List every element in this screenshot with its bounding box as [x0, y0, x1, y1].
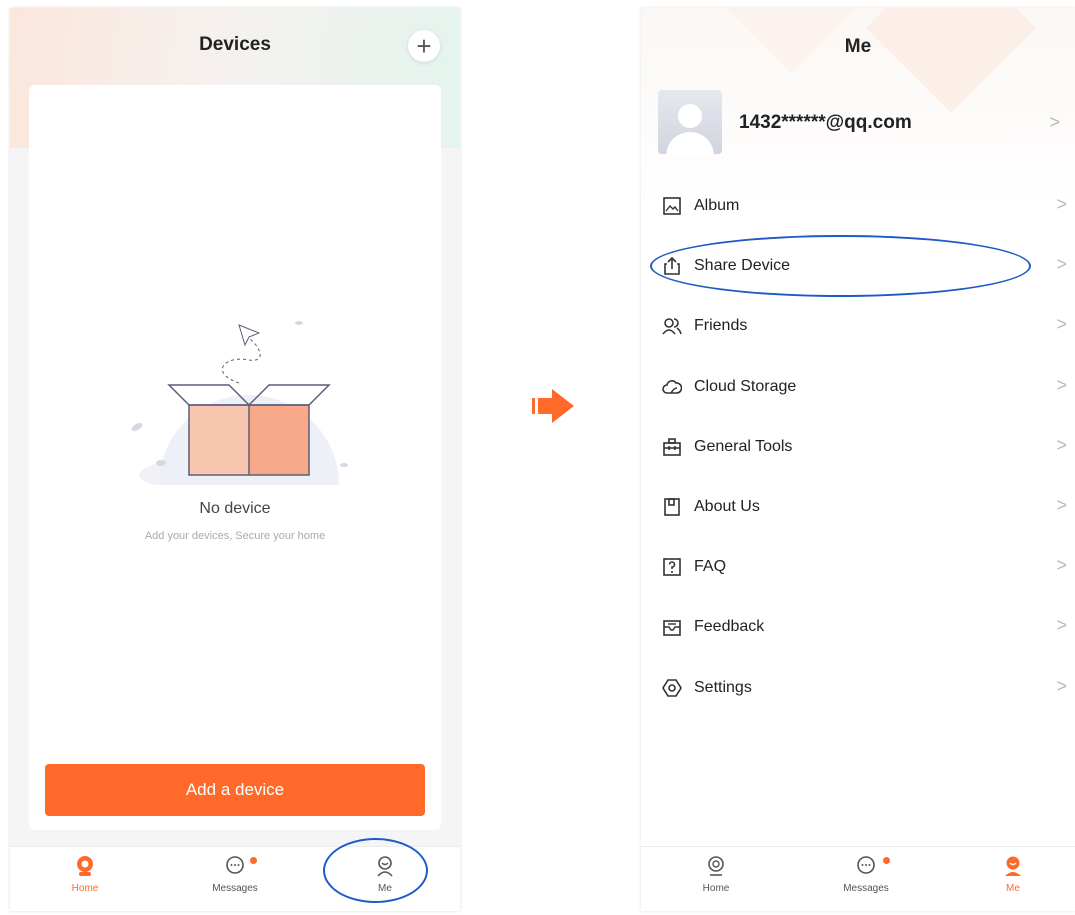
tab-home-label: Home	[71, 883, 99, 894]
bookmark-icon	[664, 498, 680, 516]
empty-state-subtitle: Add your devices, Secure your home	[144, 530, 326, 542]
devices-screen: Devices + No device Add your devices, Se…	[10, 8, 460, 911]
page-title: Devices	[199, 34, 271, 55]
chat-bubble-icon	[226, 856, 244, 874]
menu-item-label: General Tools	[694, 437, 793, 455]
tab-home-label: Home	[702, 883, 730, 894]
menu-item-faq[interactable]: FAQ >	[641, 537, 1075, 597]
page-title: Me	[844, 36, 872, 57]
unread-badge	[883, 857, 890, 864]
chevron-right-icon: >	[1049, 112, 1060, 132]
question-icon	[663, 558, 681, 577]
tab-messages[interactable]: Messages	[826, 855, 906, 894]
cloud-icon	[662, 379, 682, 394]
user-icon	[1005, 856, 1021, 876]
empty-box-illustration	[131, 321, 348, 485]
menu-item-label: FAQ	[694, 558, 727, 576]
tab-me[interactable]: Me	[973, 855, 1053, 894]
menu-item-label: Feedback	[694, 618, 765, 636]
profile-row[interactable]: 1432******@qq.com >	[658, 90, 1068, 156]
tab-messages-label: Messages	[212, 883, 258, 894]
chevron-right-icon: >	[1056, 555, 1067, 576]
chevron-right-icon: >	[1056, 615, 1067, 636]
menu-item-settings[interactable]: Settings >	[641, 658, 1075, 718]
highlight-ellipse-share-device	[650, 235, 1031, 297]
tab-home[interactable]: Home	[676, 855, 756, 894]
empty-state-title: No device	[199, 500, 271, 517]
tab-messages-label: Messages	[843, 883, 889, 894]
menu-item-feedback[interactable]: Feedback >	[641, 597, 1075, 657]
tab-messages[interactable]: Messages	[195, 855, 275, 894]
menu-item-about-us[interactable]: About Us >	[641, 477, 1075, 537]
chevron-right-icon: >	[1056, 314, 1067, 335]
chevron-right-icon: >	[1056, 434, 1067, 455]
arrow-right-icon	[532, 389, 574, 423]
menu-item-label: Album	[694, 197, 740, 215]
chevron-right-icon: >	[1056, 495, 1067, 516]
feedback-icon	[663, 620, 681, 637]
chevron-right-icon: >	[1056, 374, 1067, 395]
chevron-right-icon: >	[1056, 194, 1067, 215]
add-device-icon-button[interactable]: +	[408, 30, 440, 62]
chevron-right-icon: >	[1056, 254, 1067, 275]
menu-item-label: Settings	[694, 678, 752, 696]
chat-bubble-icon	[857, 856, 875, 874]
toolbox-icon	[663, 438, 681, 456]
chevron-right-icon: >	[1056, 675, 1067, 696]
tab-home[interactable]: Home	[45, 855, 125, 894]
camera-icon	[77, 856, 93, 876]
menu-item-friends[interactable]: Friends >	[641, 296, 1075, 356]
menu-item-label: Cloud Storage	[694, 377, 797, 395]
friends-icon	[662, 318, 682, 335]
image-icon	[663, 197, 681, 215]
camera-icon	[708, 856, 724, 876]
tab-bar: Home Messages Me	[641, 846, 1075, 911]
unread-badge	[250, 857, 257, 864]
highlight-ellipse-me-tab	[323, 838, 428, 903]
account-email: 1432******@qq.com	[739, 112, 912, 133]
avatar	[658, 90, 722, 154]
me-screen: Me 1432******@qq.com > Album > Share Dev…	[641, 8, 1075, 911]
settings-icon	[662, 678, 682, 697]
add-device-button[interactable]: Add a device	[45, 764, 425, 816]
menu-item-cloud-storage[interactable]: Cloud Storage >	[641, 357, 1075, 417]
menu-item-label: About Us	[694, 498, 760, 516]
menu-item-label: Friends	[694, 317, 748, 335]
device-list-card: No device Add your devices, Secure your …	[29, 85, 441, 830]
plus-icon: +	[416, 31, 432, 61]
menu-item-general-tools[interactable]: General Tools >	[641, 417, 1075, 477]
menu-item-album[interactable]: Album >	[641, 176, 1075, 236]
tab-me-label: Me	[1006, 883, 1020, 894]
